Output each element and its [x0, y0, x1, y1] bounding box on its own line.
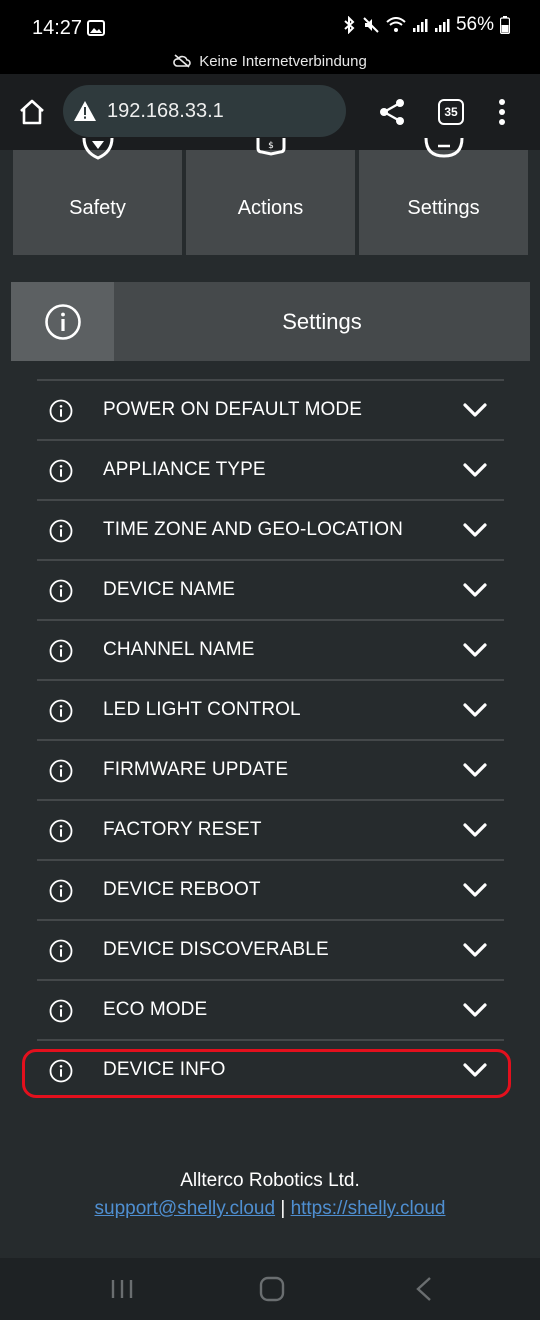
info-icon: [44, 303, 81, 340]
settings-item[interactable]: CHANNEL NAME: [37, 619, 504, 679]
actions-icon: $: [256, 138, 285, 156]
settings-icon: [424, 138, 463, 158]
tab-count: 35: [444, 105, 458, 119]
more-menu-icon[interactable]: [492, 96, 512, 128]
mute-icon: [363, 17, 379, 33]
info-icon[interactable]: [49, 639, 73, 663]
recent-apps-icon[interactable]: [108, 1278, 136, 1300]
settings-list: POWER ON DEFAULT MODE APPLIANCE TYPE TIME …: [37, 379, 504, 1099]
bluetooth-icon: [344, 16, 355, 34]
settings-item[interactable]: FACTORY RESET: [37, 799, 504, 859]
tile-label: Settings: [407, 197, 480, 219]
address-bar[interactable]: 192.168.33.1: [63, 85, 346, 137]
info-icon[interactable]: [49, 879, 73, 903]
system-nav-bar: [0, 1258, 540, 1320]
back-icon[interactable]: [414, 1276, 434, 1302]
settings-item-label: CHANNEL NAME: [103, 639, 255, 660]
chevron-down-icon[interactable]: [463, 941, 487, 959]
info-icon[interactable]: [49, 519, 73, 543]
warning-icon[interactable]: [73, 100, 97, 122]
image-icon: [87, 20, 105, 36]
chevron-down-icon[interactable]: [463, 761, 487, 779]
chevron-down-icon[interactable]: [463, 821, 487, 839]
footer: Allterco Robotics Ltd. support@shelly.cl…: [0, 1170, 540, 1220]
settings-item-label: LED LIGHT CONTROL: [103, 699, 301, 720]
settings-item[interactable]: ECO MODE: [37, 979, 504, 1039]
status-icons: 56%: [342, 14, 510, 36]
chevron-down-icon[interactable]: [463, 701, 487, 719]
info-icon[interactable]: [49, 459, 73, 483]
settings-item-label: APPLIANCE TYPE: [103, 459, 266, 480]
chevron-down-icon[interactable]: [463, 1001, 487, 1019]
status-bar: 14:27 56%: [0, 0, 540, 48]
info-icon[interactable]: [49, 939, 73, 963]
info-icon[interactable]: [49, 759, 73, 783]
settings-item-label: POWER ON DEFAULT MODE: [103, 399, 362, 420]
footer-links: support@shelly.cloud | https://shelly.cl…: [0, 1198, 540, 1220]
settings-item-label: DEVICE REBOOT: [103, 879, 261, 900]
settings-item[interactable]: DEVICE REBOOT: [37, 859, 504, 919]
signal-icon: [434, 19, 450, 32]
chevron-down-icon[interactable]: [463, 641, 487, 659]
settings-item-label: FIRMWARE UPDATE: [103, 759, 289, 780]
top-tiles: Safety $ Actions Settings: [0, 138, 540, 256]
settings-item-label: TIME ZONE AND GEO-LOCATION: [103, 519, 403, 540]
status-time: 14:27: [32, 17, 83, 39]
network-banner-text: Keine Internetverbindung: [199, 52, 367, 70]
cloud-off-icon: [173, 54, 191, 68]
signal-icon: [412, 19, 428, 32]
settings-item-label: DEVICE DISCOVERABLE: [103, 939, 329, 960]
tile-safety[interactable]: Safety: [13, 138, 182, 255]
chevron-down-icon[interactable]: [463, 581, 487, 599]
tile-actions[interactable]: $ Actions: [186, 138, 355, 255]
settings-item-label: FACTORY RESET: [103, 819, 262, 840]
info-icon[interactable]: [49, 699, 73, 723]
chevron-down-icon[interactable]: [463, 401, 487, 419]
section-info-button[interactable]: [11, 282, 114, 361]
settings-item[interactable]: POWER ON DEFAULT MODE: [37, 379, 504, 439]
footer-separator: |: [280, 1198, 286, 1219]
wifi-icon: [386, 17, 406, 32]
battery-icon: [500, 16, 510, 34]
website-link[interactable]: https://shelly.cloud: [291, 1198, 446, 1219]
settings-item-label: DEVICE NAME: [103, 579, 236, 600]
url-text[interactable]: 192.168.33.1: [107, 100, 224, 123]
home-icon[interactable]: [16, 96, 48, 128]
settings-item[interactable]: APPLIANCE TYPE: [37, 439, 504, 499]
support-email-link[interactable]: support@shelly.cloud: [95, 1198, 276, 1219]
section-title: Settings: [282, 308, 362, 334]
footer-company: Allterco Robotics Ltd.: [180, 1170, 360, 1191]
battery-percent: 56%: [455, 14, 494, 35]
tile-settings[interactable]: Settings: [359, 138, 528, 255]
settings-item-label: ECO MODE: [103, 999, 208, 1020]
share-icon[interactable]: [376, 96, 408, 128]
chevron-down-icon[interactable]: [463, 881, 487, 899]
info-icon[interactable]: [49, 999, 73, 1023]
network-banner: Keine Internetverbindung: [0, 48, 540, 74]
settings-header: Settings: [11, 282, 530, 361]
settings-item[interactable]: DEVICE NAME: [37, 559, 504, 619]
tile-label: Safety: [69, 197, 126, 219]
shield-icon: [82, 138, 113, 160]
chevron-down-icon[interactable]: [463, 461, 487, 479]
svg-text:$: $: [268, 141, 274, 151]
settings-item[interactable]: TIME ZONE AND GEO-LOCATION: [37, 499, 504, 559]
home-nav-icon[interactable]: [259, 1276, 285, 1302]
settings-item[interactable]: LED LIGHT CONTROL: [37, 679, 504, 739]
tile-label: Actions: [237, 197, 304, 219]
info-icon[interactable]: [49, 399, 73, 423]
chevron-down-icon[interactable]: [463, 521, 487, 539]
info-icon[interactable]: [49, 819, 73, 843]
highlight-annotation: [22, 1049, 511, 1098]
settings-item[interactable]: FIRMWARE UPDATE: [37, 739, 504, 799]
info-icon[interactable]: [49, 579, 73, 603]
settings-item[interactable]: DEVICE DISCOVERABLE: [37, 919, 504, 979]
tabs-button[interactable]: 35: [438, 99, 464, 125]
